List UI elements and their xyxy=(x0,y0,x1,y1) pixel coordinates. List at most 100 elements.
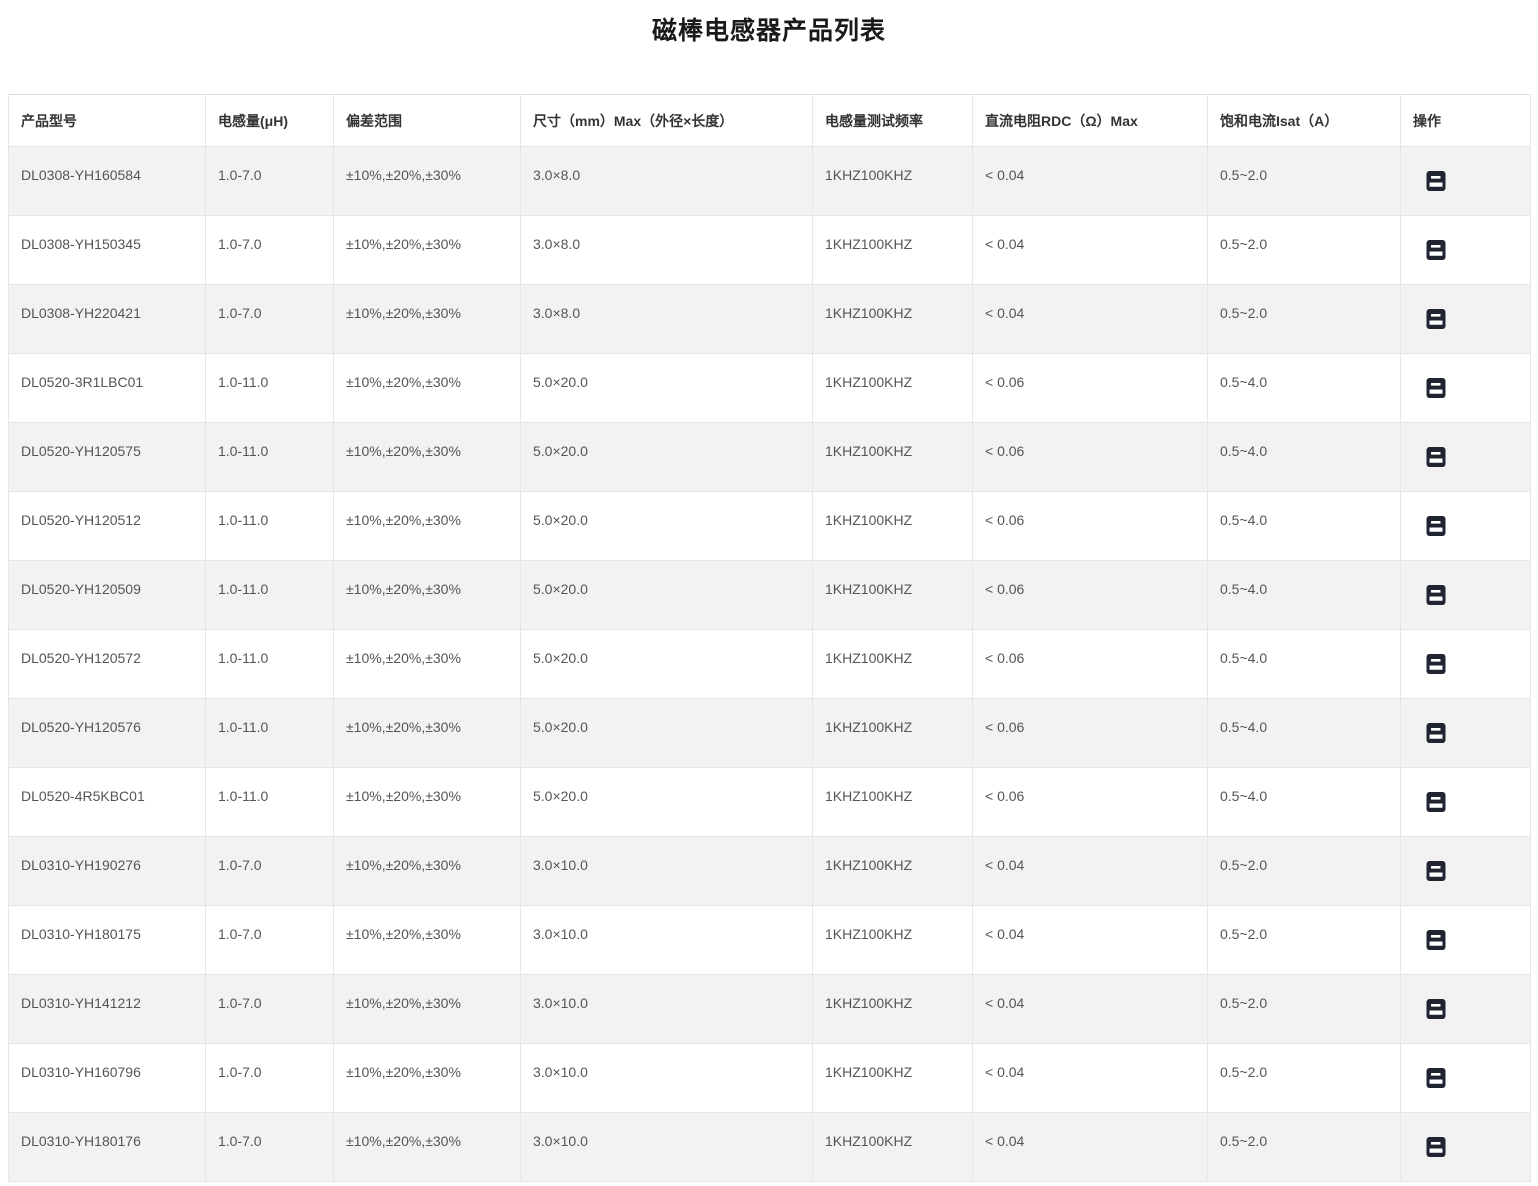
cell-action xyxy=(1401,147,1531,216)
cell-test-freq: 1KHZ100KHZ xyxy=(813,216,973,285)
cell-isat: 0.5~4.0 xyxy=(1208,492,1401,561)
cell-model: DL0310-YH180175 xyxy=(9,906,206,975)
datasheet-button[interactable] xyxy=(1426,998,1446,1020)
cell-inductance: 1.0-7.0 xyxy=(206,285,334,354)
datasheet-button[interactable] xyxy=(1426,170,1446,192)
cell-tolerance: ±10%,±20%,±30% xyxy=(334,768,521,837)
cell-tolerance: ±10%,±20%,±30% xyxy=(334,1113,521,1182)
datasheet-button[interactable] xyxy=(1426,308,1446,330)
cell-action xyxy=(1401,354,1531,423)
column-header-action: 操作 xyxy=(1401,95,1531,147)
cell-inductance: 1.0-7.0 xyxy=(206,975,334,1044)
cell-size: 3.0×10.0 xyxy=(521,975,813,1044)
datasheet-document-icon xyxy=(1426,239,1446,261)
datasheet-document-icon xyxy=(1426,308,1446,330)
cell-test-freq: 1KHZ100KHZ xyxy=(813,492,973,561)
product-table-container: 产品型号 电感量(μH) 偏差范围 尺寸（mm）Max（外径×长度） 电感量测试… xyxy=(8,94,1530,1182)
cell-inductance: 1.0-7.0 xyxy=(206,1044,334,1113)
cell-rdc: < 0.06 xyxy=(973,423,1208,492)
cell-size: 3.0×8.0 xyxy=(521,216,813,285)
table-row: DL0520-4R5KBC01 1.0-11.0 ±10%,±20%,±30% … xyxy=(9,768,1531,837)
cell-rdc: < 0.04 xyxy=(973,216,1208,285)
cell-rdc: < 0.04 xyxy=(973,147,1208,216)
datasheet-button[interactable] xyxy=(1426,446,1446,468)
cell-isat: 0.5~4.0 xyxy=(1208,630,1401,699)
cell-model: DL0520-YH120572 xyxy=(9,630,206,699)
cell-action xyxy=(1401,492,1531,561)
datasheet-document-icon xyxy=(1426,653,1446,675)
cell-action xyxy=(1401,906,1531,975)
cell-model: DL0520-YH120512 xyxy=(9,492,206,561)
cell-test-freq: 1KHZ100KHZ xyxy=(813,630,973,699)
datasheet-button[interactable] xyxy=(1426,1067,1446,1089)
cell-action xyxy=(1401,423,1531,492)
datasheet-button[interactable] xyxy=(1426,377,1446,399)
cell-isat: 0.5~2.0 xyxy=(1208,1044,1401,1113)
cell-tolerance: ±10%,±20%,±30% xyxy=(334,354,521,423)
datasheet-document-icon xyxy=(1426,377,1446,399)
column-header-inductance: 电感量(μH) xyxy=(206,95,334,147)
cell-size: 3.0×8.0 xyxy=(521,147,813,216)
cell-rdc: < 0.06 xyxy=(973,630,1208,699)
page-title: 磁棒电感器产品列表 xyxy=(0,0,1538,48)
datasheet-button[interactable] xyxy=(1426,929,1446,951)
cell-test-freq: 1KHZ100KHZ xyxy=(813,1044,973,1113)
cell-size: 3.0×10.0 xyxy=(521,906,813,975)
table-row: DL0520-YH120575 1.0-11.0 ±10%,±20%,±30% … xyxy=(9,423,1531,492)
table-row: DL0520-YH120509 1.0-11.0 ±10%,±20%,±30% … xyxy=(9,561,1531,630)
cell-inductance: 1.0-7.0 xyxy=(206,216,334,285)
cell-action xyxy=(1401,1044,1531,1113)
cell-rdc: < 0.04 xyxy=(973,975,1208,1044)
cell-model: DL0308-YH150345 xyxy=(9,216,206,285)
cell-inductance: 1.0-7.0 xyxy=(206,147,334,216)
datasheet-button[interactable] xyxy=(1426,653,1446,675)
cell-rdc: < 0.06 xyxy=(973,768,1208,837)
cell-model: DL0520-YH120575 xyxy=(9,423,206,492)
cell-isat: 0.5~2.0 xyxy=(1208,1113,1401,1182)
cell-inductance: 1.0-11.0 xyxy=(206,561,334,630)
cell-model: DL0520-YH120576 xyxy=(9,699,206,768)
datasheet-document-icon xyxy=(1426,929,1446,951)
table-row: DL0310-YH180176 1.0-7.0 ±10%,±20%,±30% 3… xyxy=(9,1113,1531,1182)
cell-tolerance: ±10%,±20%,±30% xyxy=(334,147,521,216)
cell-isat: 0.5~2.0 xyxy=(1208,906,1401,975)
cell-tolerance: ±10%,±20%,±30% xyxy=(334,285,521,354)
cell-isat: 0.5~2.0 xyxy=(1208,837,1401,906)
cell-isat: 0.5~2.0 xyxy=(1208,975,1401,1044)
cell-rdc: < 0.06 xyxy=(973,561,1208,630)
datasheet-button[interactable] xyxy=(1426,722,1446,744)
table-row: DL0308-YH150345 1.0-7.0 ±10%,±20%,±30% 3… xyxy=(9,216,1531,285)
cell-tolerance: ±10%,±20%,±30% xyxy=(334,906,521,975)
datasheet-button[interactable] xyxy=(1426,239,1446,261)
page: 磁棒电感器产品列表 产品型号 电感量(μH) 偏差范围 尺寸（mm）Max（外径… xyxy=(0,0,1538,1186)
cell-test-freq: 1KHZ100KHZ xyxy=(813,906,973,975)
cell-rdc: < 0.06 xyxy=(973,699,1208,768)
cell-inductance: 1.0-7.0 xyxy=(206,906,334,975)
cell-test-freq: 1KHZ100KHZ xyxy=(813,699,973,768)
cell-isat: 0.5~4.0 xyxy=(1208,699,1401,768)
cell-test-freq: 1KHZ100KHZ xyxy=(813,561,973,630)
datasheet-button[interactable] xyxy=(1426,584,1446,606)
column-header-isat: 饱和电流Isat（A） xyxy=(1208,95,1401,147)
datasheet-button[interactable] xyxy=(1426,791,1446,813)
cell-inductance: 1.0-11.0 xyxy=(206,768,334,837)
cell-model: DL0310-YH190276 xyxy=(9,837,206,906)
cell-size: 5.0×20.0 xyxy=(521,561,813,630)
cell-test-freq: 1KHZ100KHZ xyxy=(813,285,973,354)
column-header-model: 产品型号 xyxy=(9,95,206,147)
datasheet-document-icon xyxy=(1426,1136,1446,1158)
datasheet-button[interactable] xyxy=(1426,860,1446,882)
cell-action xyxy=(1401,216,1531,285)
cell-model: DL0308-YH160584 xyxy=(9,147,206,216)
cell-test-freq: 1KHZ100KHZ xyxy=(813,354,973,423)
cell-tolerance: ±10%,±20%,±30% xyxy=(334,216,521,285)
table-row: DL0520-3R1LBC01 1.0-11.0 ±10%,±20%,±30% … xyxy=(9,354,1531,423)
datasheet-button[interactable] xyxy=(1426,1136,1446,1158)
datasheet-button[interactable] xyxy=(1426,515,1446,537)
cell-size: 5.0×20.0 xyxy=(521,768,813,837)
cell-isat: 0.5~2.0 xyxy=(1208,216,1401,285)
datasheet-document-icon xyxy=(1426,860,1446,882)
datasheet-document-icon xyxy=(1426,446,1446,468)
table-row: DL0520-YH120576 1.0-11.0 ±10%,±20%,±30% … xyxy=(9,699,1531,768)
cell-model: DL0308-YH220421 xyxy=(9,285,206,354)
